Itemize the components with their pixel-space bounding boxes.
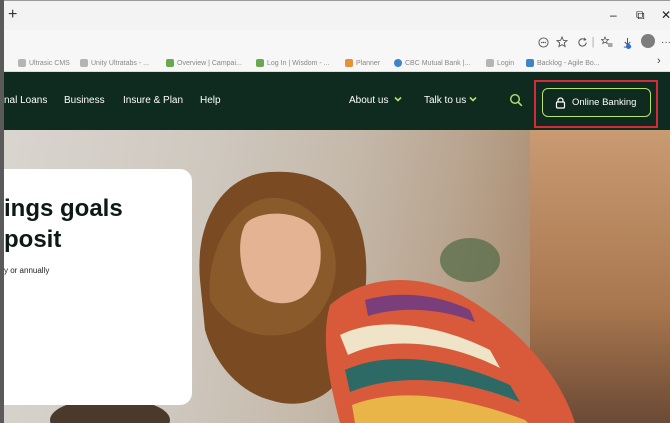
- bookmark-item[interactable]: Backlog - Agile Bo...: [526, 57, 600, 69]
- hero-subtitle: y or annually: [4, 266, 50, 275]
- restore-button[interactable]: ⧉: [636, 9, 645, 21]
- nav-business[interactable]: Business: [64, 95, 105, 107]
- bookmark-item[interactable]: Overview | Campai...: [166, 57, 242, 69]
- title-bar: + – ⧉ ✕: [0, 0, 670, 30]
- window-edge: [0, 0, 4, 423]
- bookmark-icon: [486, 59, 494, 67]
- search-icon[interactable]: [509, 93, 523, 107]
- nav-personal-loans[interactable]: nal Loans: [4, 95, 47, 107]
- bookmark-item[interactable]: Planner: [345, 57, 380, 69]
- online-banking-label: Online Banking: [572, 97, 637, 108]
- bookmark-item[interactable]: Log In | Wisdom - ...: [256, 57, 330, 69]
- new-tab-button[interactable]: +: [8, 7, 17, 23]
- reader-icon[interactable]: [535, 34, 551, 50]
- nav-talk-to-us[interactable]: Talk to us: [424, 95, 466, 107]
- hero-title: ings goals posit: [4, 195, 123, 253]
- bookmarks-bar: Ultrasic CMS Unity Ultratabs - ... Overv…: [0, 54, 670, 72]
- favorite-star-icon[interactable]: [554, 34, 570, 50]
- favorites-list-icon[interactable]: [599, 34, 615, 50]
- bookmark-item[interactable]: Unity Ultratabs - ...: [80, 57, 149, 69]
- bookmark-icon: [345, 59, 353, 67]
- chevron-down-icon[interactable]: [468, 94, 478, 104]
- chevron-down-icon[interactable]: [393, 94, 403, 104]
- browser-window: + – ⧉ ✕ | ··· Ultrasic CMS Unity Ultrata…: [0, 0, 670, 423]
- bookmark-icon: [256, 59, 264, 67]
- minimize-button[interactable]: –: [610, 9, 617, 21]
- bookmark-icon: [166, 59, 174, 67]
- lock-icon: [555, 96, 566, 109]
- online-banking-button[interactable]: Online Banking: [542, 88, 651, 117]
- bookmark-item[interactable]: CBC Mutual Bank |...: [394, 57, 470, 69]
- bookmark-icon: [80, 59, 88, 67]
- bookmark-item[interactable]: Ultrasic CMS: [18, 57, 70, 69]
- bookmarks-overflow-button[interactable]: ›: [657, 55, 661, 67]
- nav-about-us[interactable]: About us: [349, 95, 388, 107]
- browser-toolbar: | ···: [0, 30, 670, 54]
- download-badge: [626, 44, 631, 49]
- bookmark-icon: [18, 59, 26, 67]
- nav-insure-plan[interactable]: Insure & Plan: [123, 95, 183, 107]
- bookmark-icon: [526, 59, 534, 67]
- bookmark-item[interactable]: Login: [486, 57, 514, 69]
- nav-help[interactable]: Help: [200, 95, 221, 107]
- more-icon[interactable]: ···: [658, 34, 670, 50]
- bookmark-icon: [394, 59, 402, 67]
- profile-avatar-icon[interactable]: [641, 34, 655, 48]
- close-button[interactable]: ✕: [661, 9, 670, 21]
